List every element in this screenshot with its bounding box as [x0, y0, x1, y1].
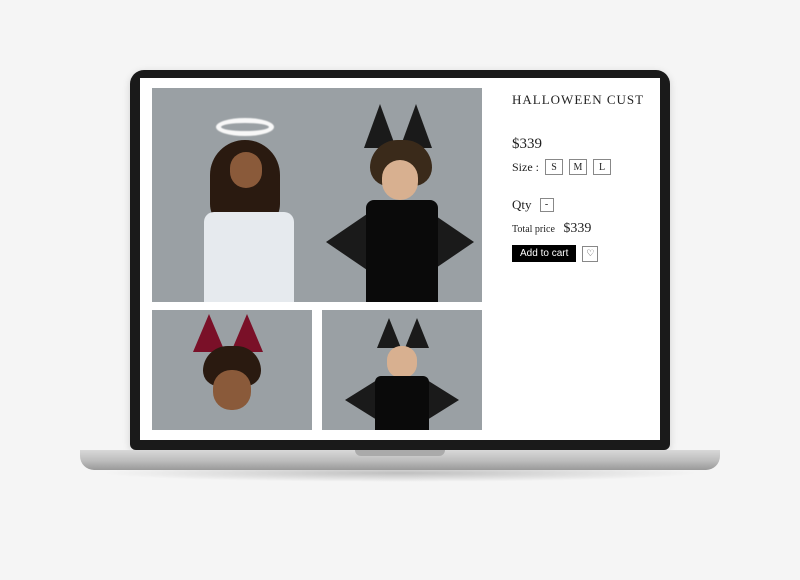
add-to-cart-button[interactable]: Add to cart [512, 245, 576, 262]
size-option-m[interactable]: M [569, 159, 587, 175]
product-price: $339 [512, 136, 660, 153]
qty-label: Qty [512, 197, 532, 213]
screen: HALLOWEEN CUST $339 Size : S M L Qty - T… [140, 78, 660, 440]
angel-figure [182, 112, 302, 302]
total-label: Total price [512, 224, 555, 235]
screen-frame: HALLOWEEN CUST $339 Size : S M L Qty - T… [130, 70, 670, 450]
product-gallery [152, 88, 492, 430]
bat-figure-small [327, 310, 477, 430]
thumbnail-row [152, 310, 492, 430]
size-option-s[interactable]: S [545, 159, 563, 175]
total-price: $339 [563, 221, 591, 236]
heart-icon: ♡ [586, 248, 594, 259]
quantity-row: Qty - [512, 197, 660, 213]
bat-figure [330, 102, 470, 302]
size-label: Size : [512, 160, 539, 175]
product-main-image[interactable] [152, 88, 482, 302]
product-info: HALLOWEEN CUST $339 Size : S M L Qty - T… [492, 88, 660, 430]
total-price-row: Total price $339 [512, 221, 660, 237]
product-page: HALLOWEEN CUST $339 Size : S M L Qty - T… [140, 78, 660, 440]
qty-decrease-button[interactable]: - [540, 198, 554, 212]
red-ears-figure [157, 310, 307, 430]
size-selector: Size : S M L [512, 159, 660, 175]
size-option-l[interactable]: L [593, 159, 611, 175]
wishlist-button[interactable]: ♡ [582, 246, 598, 262]
thumbnail-2[interactable] [322, 310, 482, 430]
cart-row: Add to cart ♡ [512, 245, 660, 262]
laptop-mockup: HALLOWEEN CUST $339 Size : S M L Qty - T… [80, 70, 720, 510]
laptop-base [80, 450, 720, 470]
thumbnail-1[interactable] [152, 310, 312, 430]
product-title: HALLOWEEN CUST [512, 92, 660, 108]
